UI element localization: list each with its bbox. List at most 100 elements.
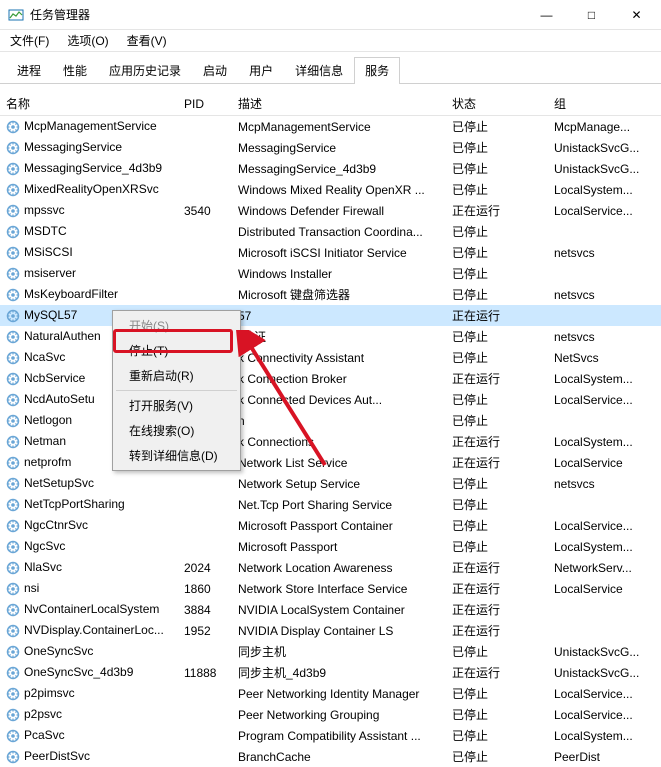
service-icon [6,519,20,533]
ctx-stop[interactable]: 停止(T) [115,338,238,363]
cell-name: McpManagementService [0,119,178,134]
cell-name: msiserver [0,266,178,281]
cell-status: 已停止 [446,496,548,513]
cell-desc: MessagingService_4d3b9 [232,162,446,176]
minimize-button[interactable]: — [524,0,569,29]
service-icon [6,393,20,407]
service-row[interactable]: NcaSvck Connectivity Assistant已停止NetSvcs [0,347,661,368]
header-name[interactable]: 名称 [0,95,178,112]
cell-status: 已停止 [446,391,548,408]
cell-group: UnistackSvcG... [548,141,661,155]
ctx-to-details[interactable]: 转到详细信息(D) [115,443,238,468]
service-row[interactable]: NvContainerLocalSystem3884NVIDIA LocalSy… [0,599,661,620]
column-headers: 名称 PID 描述 状态 组 [0,92,661,116]
cell-status: 已停止 [446,727,548,744]
service-row[interactable]: Netlogonn已停止 [0,410,661,431]
service-icon [6,708,20,722]
cell-desc: k Connection Broker [232,372,446,386]
header-desc[interactable]: 描述 [232,95,446,112]
service-row[interactable]: msiserverWindows Installer已停止 [0,263,661,284]
service-icon [6,246,20,260]
service-row[interactable]: PcaSvcProgram Compatibility Assistant ..… [0,725,661,746]
cell-desc: McpManagementService [232,120,446,134]
tab-1[interactable]: 性能 [52,57,98,84]
service-row[interactable]: Netmank Connections正在运行LocalSystem... [0,431,661,452]
cell-pid: 3884 [178,603,232,617]
service-row[interactable]: NcdAutoSetuk Connected Devices Aut...已停止… [0,389,661,410]
service-icon [6,162,20,176]
service-row[interactable]: OneSyncSvc同步主机已停止UnistackSvcG... [0,641,661,662]
cell-name: NetTcpPortSharing [0,497,178,512]
service-row[interactable]: McpManagementService McpManagementService… [0,116,661,137]
service-icon [6,309,20,323]
app-icon [8,7,24,23]
cell-pid: 1952 [178,624,232,638]
tab-4[interactable]: 用户 [238,57,284,84]
service-row[interactable]: nsi1860Network Store Interface Service正在… [0,578,661,599]
ctx-open-services[interactable]: 打开服务(V) [115,393,238,418]
close-button[interactable]: ✕ [614,0,659,29]
service-row[interactable]: NVDisplay.ContainerLoc...1952NVIDIA Disp… [0,620,661,641]
menu-file[interactable]: 文件(F) [6,31,53,50]
service-icon [6,603,20,617]
service-row[interactable]: p2pimsvcPeer Networking Identity Manager… [0,683,661,704]
header-group[interactable]: 组 [548,95,661,112]
cell-desc: k Connections [232,435,446,449]
service-row[interactable]: NetTcpPortSharing Net.Tcp Port Sharing Se… [0,494,661,515]
menu-view[interactable]: 查看(V) [123,31,171,50]
service-icon [6,645,20,659]
service-row[interactable]: NetSetupSvcNetwork Setup Service已停止netsv… [0,473,661,494]
tab-5[interactable]: 详细信息 [284,57,354,84]
service-row[interactable]: MySQL5757正在运行 [0,305,661,326]
service-row[interactable]: MixedRealityOpenXRSvcWindows Mixed Reali… [0,179,661,200]
cell-desc: Peer Networking Identity Manager [232,687,446,701]
cell-pid: 2024 [178,561,232,575]
service-row[interactable]: MessagingServiceMessagingService已停止Unist… [0,137,661,158]
service-icon [6,561,20,575]
maximize-button[interactable]: □ [569,0,614,29]
service-row[interactable]: NaturalAuthen}验证已停止netsvcs [0,326,661,347]
service-icon [6,435,20,449]
service-row[interactable]: p2psvcPeer Networking Grouping已停止LocalSe… [0,704,661,725]
cell-status: 正在运行 [446,601,548,618]
cell-name: NVDisplay.ContainerLoc... [0,623,178,638]
ctx-search-online[interactable]: 在线搜索(O) [115,418,238,443]
cell-status: 正在运行 [446,580,548,597]
service-row[interactable]: MSDTCDistributed Transaction Coordina...… [0,221,661,242]
cell-desc: NVIDIA LocalSystem Container [232,603,446,617]
service-row[interactable]: OneSyncSvc_4d3b911888同步主机_4d3b9正在运行Unist… [0,662,661,683]
cell-desc: Peer Networking Grouping [232,708,446,722]
cell-group: NetworkServ... [548,561,661,575]
service-row[interactable]: NgcSvcMicrosoft Passport已停止LocalSystem..… [0,536,661,557]
cell-desc: n [232,414,446,428]
tab-2[interactable]: 应用历史记录 [98,57,192,84]
service-row[interactable]: NgcCtnrSvcMicrosoft Passport Container已停… [0,515,661,536]
tab-3[interactable]: 启动 [192,57,238,84]
cell-desc: Net.Tcp Port Sharing Service [232,498,446,512]
ctx-restart[interactable]: 重新启动(R) [115,363,238,388]
header-pid[interactable]: PID [178,97,232,111]
service-row[interactable]: NcbServicek Connection Broker正在运行LocalSy… [0,368,661,389]
cell-status: 已停止 [446,412,548,429]
service-row[interactable]: MsKeyboardFilterMicrosoft 键盘筛选器已停止netsvc… [0,284,661,305]
service-row[interactable]: MSiSCSIMicrosoft iSCSI Initiator Service… [0,242,661,263]
cell-desc: 57 [232,309,446,323]
cell-name: NvContainerLocalSystem [0,602,178,617]
cell-desc: 同步主机 [232,643,446,660]
service-row[interactable]: mpssvc3540Windows Defender Firewall正在运行L… [0,200,661,221]
cell-desc: Network List Service [232,456,446,470]
cell-group: netsvcs [548,330,661,344]
service-row[interactable]: NlaSvc2024Network Location Awareness正在运行… [0,557,661,578]
service-row[interactable]: netprofm1744Network List Service正在运行Loca… [0,452,661,473]
cell-name: MSiSCSI [0,245,178,260]
service-row[interactable]: MessagingService_4d3b9MessagingService_4… [0,158,661,179]
menu-options[interactable]: 选项(O) [63,31,112,50]
cell-desc: MessagingService [232,141,446,155]
tab-6[interactable]: 服务 [354,57,400,84]
tab-0[interactable]: 进程 [6,57,52,84]
cell-name: PeerDistSvc [0,749,178,764]
cell-name: NgcCtnrSvc [0,518,178,533]
header-status[interactable]: 状态 [446,95,548,112]
service-icon [6,372,20,386]
cell-status: 正在运行 [446,454,548,471]
